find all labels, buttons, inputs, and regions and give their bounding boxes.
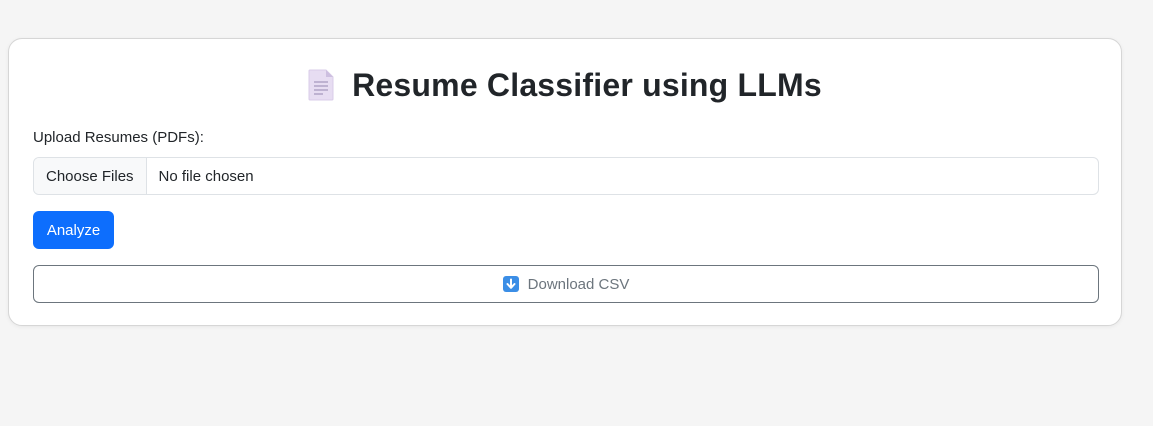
analyze-button[interactable]: Analyze <box>33 211 114 249</box>
upload-label: Upload Resumes (PDFs): <box>33 129 204 146</box>
document-icon <box>308 69 334 101</box>
choose-files-button[interactable]: Choose Files <box>34 158 147 194</box>
title-row: Resume Classifier using LLMs <box>9 65 1121 105</box>
download-csv-button[interactable]: Download CSV <box>33 265 1099 303</box>
down-arrow-icon <box>502 276 519 292</box>
download-label: Download CSV <box>527 275 630 293</box>
file-status: No file chosen <box>158 167 254 185</box>
page-title: Resume Classifier using LLMs <box>352 66 822 103</box>
file-input[interactable]: Choose Files No file chosen <box>33 157 1099 195</box>
main-card: Resume Classifier using LLMs Upload Resu… <box>8 38 1122 326</box>
